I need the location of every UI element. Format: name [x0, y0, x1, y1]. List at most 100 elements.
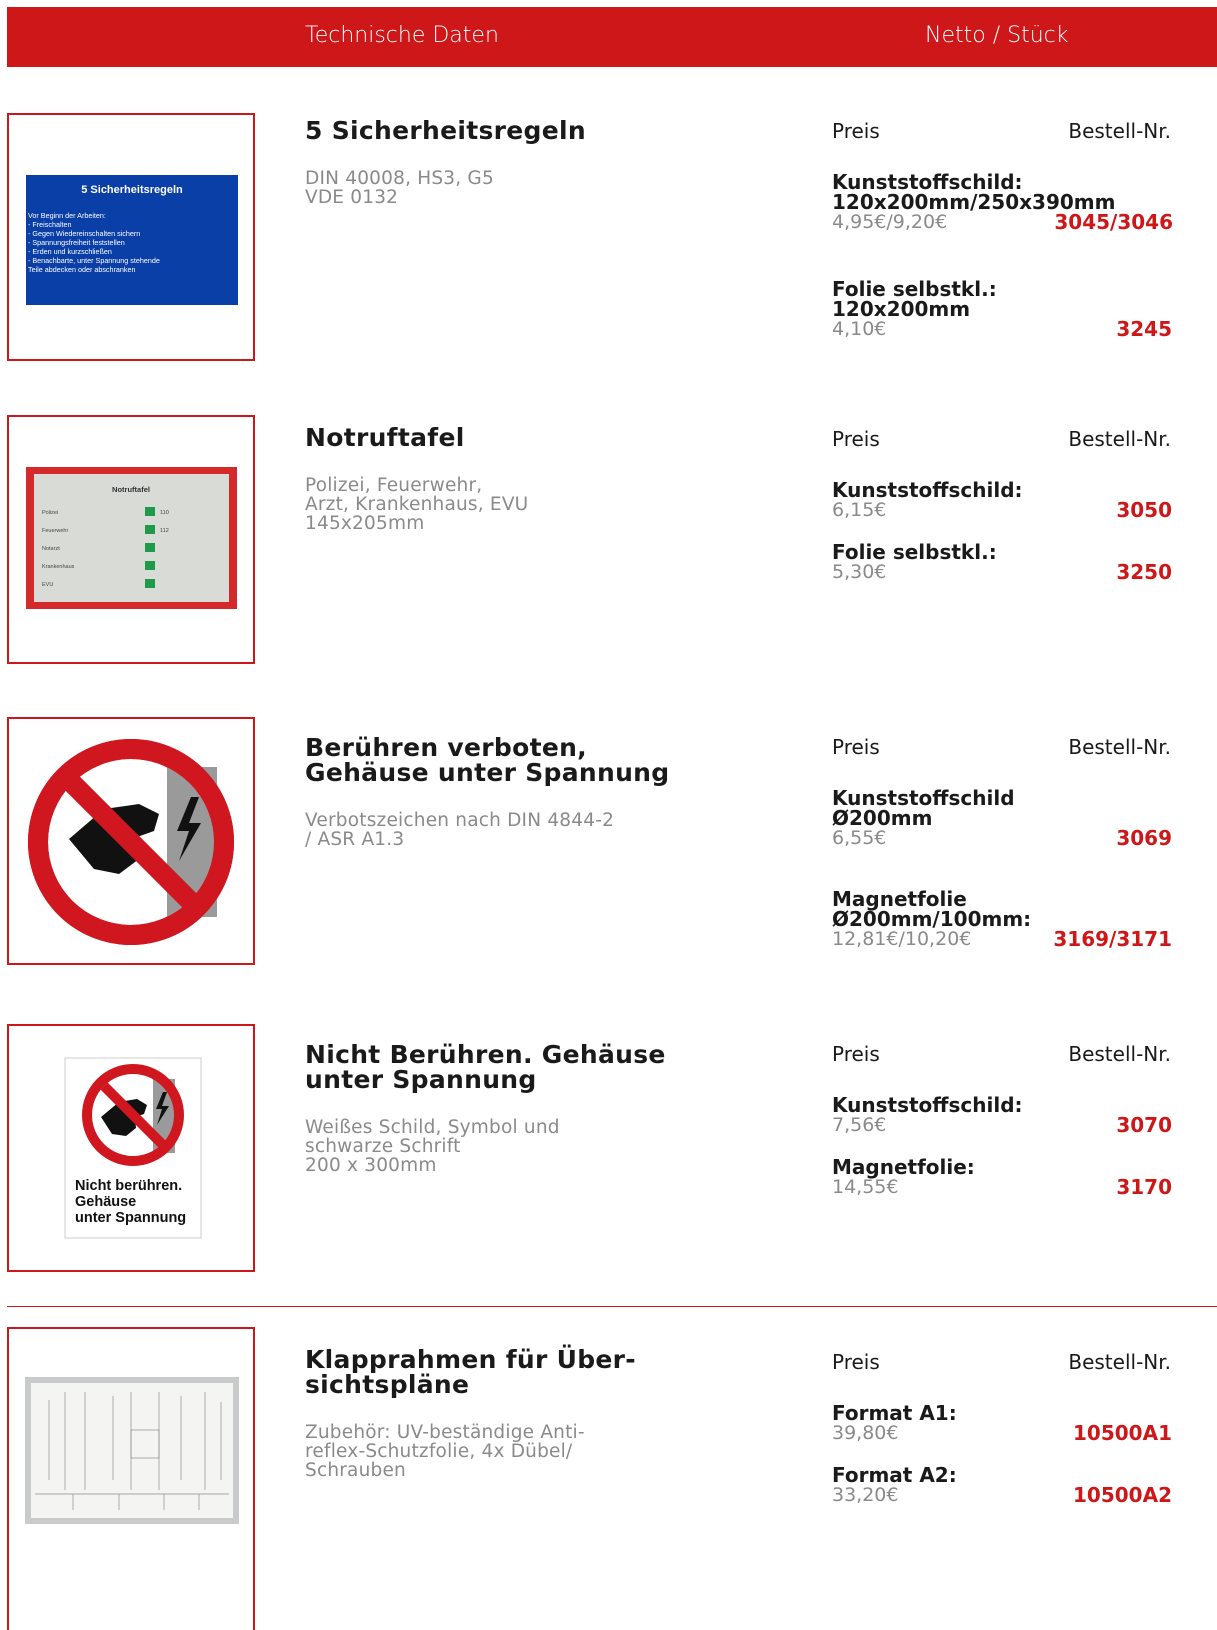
price-option: Folie selbstkl.: 5,30€ 3250 [832, 542, 1172, 584]
text-line: Kunststoffschild [832, 786, 1015, 810]
text-line: Kunststoffschild: [832, 1093, 1023, 1117]
product-image-nicht-beruehren[interactable]: Nicht berühren. Gehäuse unter Spannung [7, 1024, 255, 1272]
product-info: Notruftafel Polizei, Feuerwehr, Arzt, Kra… [305, 425, 745, 533]
sign-row-label: Krankenhaus [42, 564, 75, 570]
text-line: Format A1: [832, 1401, 957, 1425]
product-title: Notruftafel [305, 425, 745, 450]
sign-line: Teile abdecken oder abschranken [28, 265, 136, 274]
product-image-5-sicherheitsregeln[interactable]: 5 Sicherheitsregeln Vor Beginn der Arbei… [7, 113, 255, 361]
text-line: unter Spannung [305, 1065, 537, 1094]
order-number-label: Bestell-Nr. [1068, 1042, 1171, 1066]
option-order-number[interactable]: 3245 [1116, 319, 1172, 339]
option-row: 33,20€ 10500A2 [832, 1485, 1172, 1507]
product-description: DIN 40008, HS3, G5 VDE 0132 [305, 169, 745, 207]
option-name: Kunststoffschild: [832, 1095, 1172, 1115]
option-price: 6,15€ [832, 499, 887, 521]
option-name: Format A1: [832, 1403, 1172, 1423]
option-order-number[interactable]: 3070 [1116, 1115, 1172, 1135]
price-column: Preis Bestell-Nr. Kunststoffschild Ø200mm… [832, 735, 1217, 965]
sign-row-label: Polizei [42, 510, 58, 516]
text-line: Zubehör: UV-beständige Anti- [305, 1422, 585, 1443]
text-line: Weißes Schild, Symbol und [305, 1117, 560, 1138]
option-order-number[interactable]: 3045/3046 [1054, 212, 1173, 232]
option-price: 33,20€ [832, 1484, 899, 1506]
sign-text-line: Nicht berühren. [75, 1178, 182, 1194]
price-label: Preis [832, 1042, 880, 1066]
order-number-label: Bestell-Nr. [1068, 1350, 1171, 1374]
text-line: 145x205mm [305, 513, 425, 534]
option-order-number[interactable]: 3069 [1116, 828, 1172, 848]
product-description: Polizei, Feuerwehr, Arzt, Krankenhaus, EV… [305, 476, 745, 533]
sign-row-label: Feuerwehr [42, 528, 68, 534]
product-info: Nicht Berühren. Gehäuse unter Spannung We… [305, 1042, 745, 1175]
price-option: Folie selbstkl.: 120x200mm 4,10€ 3245 [832, 279, 1172, 341]
option-row: 7,56€ 3070 [832, 1115, 1172, 1137]
order-number-label: Bestell-Nr. [1068, 427, 1171, 451]
text-line: sichtspläne [305, 1370, 470, 1399]
option-order-number[interactable]: 3250 [1116, 562, 1172, 582]
sign-5-sicherheitsregeln: 5 Sicherheitsregeln Vor Beginn der Arbei… [9, 115, 253, 359]
sign-text-line: Gehäuse [75, 1194, 136, 1210]
price-option: Format A2: 33,20€ 10500A2 [832, 1465, 1172, 1507]
option-price: 6,55€ [832, 827, 887, 849]
option-name: Format A2: [832, 1465, 1172, 1485]
text-line: Kunststoffschild: [832, 170, 1023, 194]
option-order-number[interactable]: 3050 [1116, 500, 1172, 520]
text-line: Magnetfolie: [832, 1155, 975, 1179]
sign-heading: 5 Sicherheitsregeln [81, 184, 183, 196]
option-row: 39,80€ 10500A1 [832, 1423, 1172, 1445]
table-header: Technische Daten Netto / Stück [7, 7, 1217, 67]
price-option: Kunststoffschild: 7,56€ 3070 [832, 1095, 1172, 1137]
order-number-label: Bestell-Nr. [1068, 735, 1171, 759]
text-line: Notruftafel [305, 423, 465, 452]
sign-line: - Freischalten [28, 220, 72, 229]
product-description: Weißes Schild, Symbol und schwarze Schrif… [305, 1118, 745, 1175]
price-column: Preis Bestell-Nr. Kunststoffschild: 6,15… [832, 427, 1217, 607]
text-line: Ø200mm/100mm: [832, 907, 1032, 931]
section-divider [7, 1306, 1217, 1307]
product-image-notruftafel[interactable]: Notruftafel Polizei Feuerwehr Notarzt Kr… [7, 415, 255, 664]
option-name: Kunststoffschild: [832, 480, 1172, 500]
option-order-number[interactable]: 3170 [1116, 1177, 1172, 1197]
price-option: Kunststoffschild: 120x200mm/250x390mm 4,9… [832, 170, 1173, 234]
option-name: Kunststoffschild Ø200mm [832, 788, 1172, 828]
text-line: Arzt, Krankenhaus, EVU [305, 494, 529, 515]
sign-line: Vor Beginn der Arbeiten: [28, 211, 106, 220]
sign-text-line: unter Spannung [75, 1210, 186, 1226]
product-title: Klapprahmen für Über-sichtspläne [305, 1347, 745, 1397]
text-line: schwarze Schrift [305, 1136, 461, 1157]
text-line: Folie selbstkl.: [832, 540, 997, 564]
option-row: 12,81€/10,20€ 3169/3171 [832, 929, 1172, 951]
option-row: 6,55€ 3069 [832, 828, 1172, 850]
text-line: Gehäuse unter Spannung [305, 758, 670, 787]
option-order-number[interactable]: 3169/3171 [1053, 929, 1172, 949]
option-order-number[interactable]: 10500A1 [1073, 1423, 1172, 1443]
text-line: Ø200mm [832, 806, 933, 830]
product-image-klapprahmen[interactable] [7, 1327, 255, 1630]
option-order-number[interactable]: 10500A2 [1073, 1485, 1172, 1505]
text-line: VDE 0132 [305, 187, 399, 208]
price-column: Preis Bestell-Nr. Kunststoffschild: 120x2… [832, 119, 1217, 359]
price-label: Preis [832, 735, 880, 759]
option-row: 4,10€ 3245 [832, 319, 1172, 341]
product-description: Verbotszeichen nach DIN 4844-2/ ASR A1.3 [305, 811, 745, 849]
option-price: 5,30€ [832, 561, 887, 583]
product-info: Klapprahmen für Über-sichtspläne Zubehör… [305, 1347, 745, 1480]
price-label: Preis [832, 1350, 880, 1374]
option-row: 6,15€ 3050 [832, 500, 1172, 522]
option-price: 4,95€/9,20€ [832, 211, 948, 233]
text-line: DIN 40008, HS3, G5 [305, 168, 494, 189]
price-label: Preis [832, 119, 880, 143]
option-name: Magnetfolie: [832, 1157, 1172, 1177]
text-line: Schrauben [305, 1460, 406, 1481]
sign-nicht-beruehren: Nicht berühren. Gehäuse unter Spannung [9, 1026, 253, 1270]
product-image-beruehren-verboten[interactable] [7, 717, 255, 965]
text-line: Klapprahmen für Über- [305, 1345, 636, 1374]
sign-heading: Notruftafel [112, 485, 150, 494]
price-option: Format A1: 39,80€ 10500A1 [832, 1403, 1172, 1445]
text-line: 5 Sicherheitsregeln [305, 116, 586, 145]
header-net-per-piece: Netto / Stück [925, 23, 1069, 48]
option-price: 7,56€ [832, 1114, 887, 1136]
sign-row-label: EVU [42, 582, 53, 588]
product-title: Berühren verboten, Gehäuse unter Spannung [305, 735, 745, 785]
